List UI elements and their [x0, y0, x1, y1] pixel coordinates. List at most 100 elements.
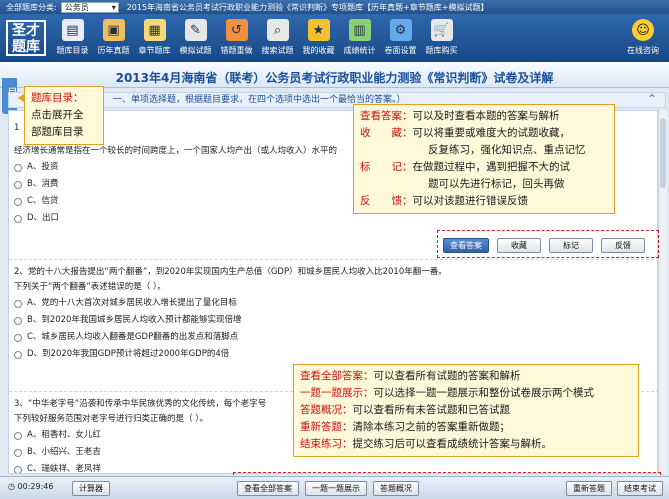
toolbar-icon: ▣	[102, 19, 125, 41]
option-label: C、信贷	[27, 196, 59, 206]
option-label: B、到2020年我国城乡居民人均收入预计都能够实现倍增	[27, 315, 242, 325]
show-all-answers-button[interactable]: 查看全部答案	[237, 481, 299, 496]
radio-button[interactable]	[14, 316, 22, 325]
option-label: A、投资	[27, 162, 59, 172]
one-by-one-button[interactable]: 一题一题展示	[305, 481, 367, 496]
radio-button[interactable]	[14, 197, 22, 206]
tooltip-key: 重新答题：	[300, 421, 353, 433]
option-label: D、到2020年我国GDP预计将超过2000年GDP的4倍	[27, 349, 230, 359]
answer-option[interactable]: C、城乡居民人均收入翻番是GDP翻番的出发点和落脚点	[14, 329, 447, 346]
tooltip-row: 反复练习，强化知识点、重点记忆	[360, 142, 608, 159]
tooltip-value: 反复练习，强化知识点、重点记忆	[428, 144, 586, 156]
tooltip-value: 可以选择一题一题展示和整份试卷展示两个模式	[373, 387, 595, 399]
catalog-tooltip-line3: 部题库目录	[31, 126, 84, 138]
answer-actions-tooltip: 查看答案：可以及时查看本题的答案与解析收 藏：可以将重要或难度大的试题收藏， 反复…	[353, 104, 615, 214]
toolbar-icon: 🛒	[430, 19, 453, 41]
favorite-button[interactable]: 收藏	[497, 238, 541, 253]
radio-button[interactable]	[14, 333, 22, 342]
toolbar-button-6[interactable]: ★ 我的收藏	[298, 14, 339, 62]
logo-line1: 圣才	[12, 23, 40, 39]
answer-option[interactable]: D、到2020年我国GDP预计将超过2000年GDP的4倍	[14, 346, 447, 363]
tooltip-key: 一题一题展示：	[300, 387, 374, 399]
answer-option[interactable]: C、信贷	[14, 193, 337, 210]
tooltip-key	[360, 144, 428, 156]
tooltip-key: 查看答案：	[360, 110, 413, 122]
toolbar-button-9[interactable]: 🛒 题库购买	[421, 14, 462, 62]
toolbar-button-2[interactable]: ▦ 章节题库	[134, 14, 175, 62]
catalog-tooltip: 题库目录： 点击展开全 部题库目录	[18, 86, 104, 145]
answer-overview-button[interactable]: 答题概况	[373, 481, 419, 496]
answer-option[interactable]: C、瑞蚨祥、老凤祥	[14, 461, 266, 474]
question-2: 2、党的十八大报告提出“两个翻番”，到2020年实现国内生产总值（GDP）和城乡…	[14, 265, 447, 363]
toolbar-label: 卷面设置	[384, 46, 417, 55]
window-title: 2015年海南省公务员考试行政职业能力测验《常识判断》专项题库【历年真题+章节题…	[126, 2, 489, 12]
online-chat-button[interactable]: ☺ 在线咨询	[623, 14, 663, 62]
tooltip-value: 在做题过程中，遇到把握不大的试	[412, 161, 571, 173]
bottom-bar: ◷ 00:29:46 计算器 查看全部答案 一题一题展示 答题概况 重新答题 结…	[0, 476, 669, 499]
toolbar-button-7[interactable]: ▥ 成绩统计	[339, 14, 380, 62]
toolbar-icon: ⌕	[266, 19, 289, 41]
answer-option[interactable]: B、到2020年我国城乡居民人均收入预计都能够实现倍增	[14, 312, 447, 329]
answer-option[interactable]: A、投资	[14, 159, 337, 176]
category-select[interactable]: 公务员	[60, 1, 119, 13]
radio-button[interactable]	[14, 448, 22, 457]
question-1-options: A、投资 B、消费 C、信贷 D、出口	[14, 159, 337, 227]
radio-button[interactable]	[14, 431, 22, 440]
mark-button[interactable]: 标记	[549, 238, 593, 253]
toolbar-icon: ★	[307, 19, 330, 41]
tooltip-key	[360, 178, 428, 190]
scrollbar-thumb[interactable]	[660, 118, 666, 188]
option-label: C、瑞蚨祥、老凤祥	[27, 464, 101, 474]
question-2-stem-line1: 2、党的十八大报告提出“两个翻番”，到2020年实现国内生产总值（GDP）和城乡…	[14, 267, 447, 277]
question-3-stem-line2: 下列较好服务范围对老字号进行归类正确的是（ ）。	[14, 414, 208, 424]
tooltip-value: 可以查看所有试题的答案和解析	[373, 370, 521, 382]
toolbar-icon: ▦	[143, 19, 166, 41]
tooltip-row: 查看全部答案：可以查看所有试题的答案和解析	[300, 368, 632, 385]
divider	[9, 259, 657, 260]
category-label: 全部题库分类:	[6, 2, 57, 12]
tooltip-row: 答题概况：可以查看所有未答试题和已答试题	[300, 402, 632, 419]
collapse-icon[interactable]: ⌃	[647, 93, 657, 106]
tooltip-row: 结束练习：提交练习后可以查看成绩统计答案与解析。	[300, 436, 632, 453]
calculator-button[interactable]: 计算器	[72, 481, 110, 496]
tooltip-value: 可以将重要或难度大的试题收藏，	[412, 127, 571, 139]
tooltip-row: 一题一题展示：可以选择一题一题展示和整份试卷展示两个模式	[300, 385, 632, 402]
toolbar-button-0[interactable]: ▤ 题库目录	[52, 14, 93, 62]
logo-line2: 题库	[12, 39, 40, 55]
view-answer-button[interactable]: 查看答案	[443, 238, 489, 253]
question-2-stem-line2: 下列关于“两个翻番”表述错误的是（ ）。	[14, 282, 166, 292]
toolbar-button-3[interactable]: ✎ 模拟试题	[175, 14, 216, 62]
radio-button[interactable]	[14, 465, 22, 473]
answer-option[interactable]: A、稻香村、女儿红	[14, 427, 266, 444]
tooltip-row: 标 记：在做题过程中，遇到把握不大的试	[360, 159, 608, 176]
finish-exam-button[interactable]: 结束考试	[617, 481, 663, 496]
timer-value: 00:29:46	[17, 482, 54, 491]
option-label: B、小绍兴、王老吉	[27, 447, 101, 457]
option-label: B、消费	[27, 179, 59, 189]
toolbar-button-8[interactable]: ⚙ 卷面设置	[380, 14, 421, 62]
toolbar-button-5[interactable]: ⌕ 搜索试题	[257, 14, 298, 62]
tooltip-value: 题可以先进行标记，回头再做	[428, 178, 565, 190]
question-3-stem-line1: 3、“中华老字号”沿袭和传承中华民族优秀的文化传统，每个老字号	[14, 399, 267, 409]
option-label: C、城乡居民人均收入翻番是GDP翻番的出发点和落脚点	[27, 332, 239, 342]
tooltip-key: 结束练习：	[300, 438, 353, 450]
answer-option[interactable]: B、消费	[14, 176, 337, 193]
restart-button[interactable]: 重新答题	[566, 481, 612, 496]
radio-button[interactable]	[14, 163, 22, 172]
tooltip-value: 提交练习后可以查看成绩统计答案与解析。	[352, 438, 553, 450]
qq-icon: ☺	[632, 19, 654, 41]
vertical-scrollbar[interactable]	[658, 110, 667, 474]
answer-option[interactable]: D、出口	[14, 210, 337, 227]
feedback-button[interactable]: 反馈	[601, 238, 645, 253]
radio-button[interactable]	[14, 214, 22, 223]
clock-icon: ◷	[8, 482, 15, 491]
answer-option[interactable]: A、党的十八大首次对城乡居民收入增长提出了量化目标	[14, 295, 447, 312]
radio-button[interactable]	[14, 180, 22, 189]
toolbar-button-4[interactable]: ↺ 错题重做	[216, 14, 257, 62]
tooltip-row: 收 藏：可以将重要或难度大的试题收藏，	[360, 125, 608, 142]
answer-option[interactable]: B、小绍兴、王老吉	[14, 444, 266, 461]
radio-button[interactable]	[14, 350, 22, 359]
toolbar-label: 搜索试题	[261, 46, 294, 55]
toolbar-button-1[interactable]: ▣ 历年真题	[93, 14, 134, 62]
radio-button[interactable]	[14, 299, 22, 308]
